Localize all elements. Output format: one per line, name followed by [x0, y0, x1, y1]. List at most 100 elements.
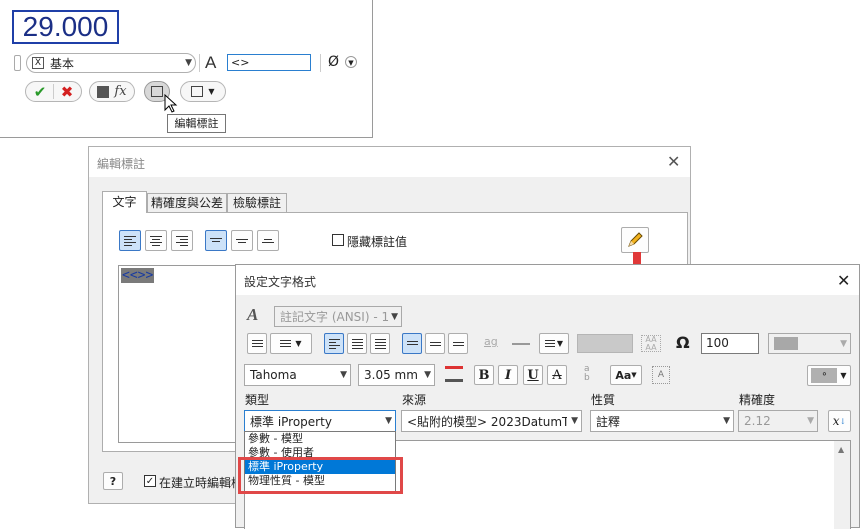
text-style-select: 註記文字 (ANSI) - 1 ▼	[274, 306, 402, 327]
align-middle-button[interactable]	[231, 230, 253, 251]
underline-button[interactable]: U	[523, 365, 543, 385]
align-middle-button[interactable]	[425, 333, 445, 354]
style-select[interactable]: X 基本 ▼	[26, 53, 196, 73]
chevron-down-icon: ▼	[385, 416, 392, 426]
text-style-icon: A	[247, 305, 259, 324]
tab-text[interactable]: 文字	[102, 191, 147, 213]
align-left-button[interactable]	[119, 230, 141, 251]
underline-text-icon: ag	[484, 335, 498, 348]
font-size-value: 3.05 mm	[364, 368, 418, 382]
dimension-text-input-value: <>	[231, 56, 250, 69]
text-style-icon[interactable]: A	[205, 53, 216, 73]
dimension-panel: 29.000 X 基本 ▼ A <> Ø ▼ ✔ ✖ fx ▼ 編輯標註	[0, 0, 373, 138]
align-top-button[interactable]	[402, 333, 422, 354]
numbered-list-button[interactable]: ▼	[270, 333, 312, 354]
format-titlebar: 設定文字格式 ✕	[236, 265, 859, 295]
symbol-dropdown-icon[interactable]: ▼	[345, 56, 357, 68]
background-color-button[interactable]: ∘ ▼	[807, 365, 851, 386]
close-icon[interactable]: ✕	[667, 152, 680, 171]
width-factor-input[interactable]: 100	[701, 333, 759, 354]
line-spacing-value	[577, 334, 633, 353]
width-factor-value: 100	[706, 336, 729, 350]
type-label: 類型	[245, 393, 270, 407]
dialog-titlebar: 編輯標註 ✕	[89, 147, 690, 177]
property-select-value: 註釋	[596, 414, 621, 429]
style-icon: X	[32, 57, 44, 69]
tab-precision[interactable]: 精確度與公差	[147, 193, 227, 213]
line-spacing-button[interactable]: ▼	[539, 333, 569, 354]
edit-on-create-checkbox[interactable]: ✓	[144, 475, 156, 487]
stacking-icon: ab	[584, 364, 590, 383]
options-dropdown-button[interactable]: ▼	[180, 81, 226, 102]
insert-parameter-button[interactable]: x ↓	[828, 410, 851, 432]
strikethrough-line-icon	[512, 343, 530, 345]
case-button[interactable]: Aa ▼	[610, 365, 642, 385]
bold-button[interactable]: B	[474, 365, 494, 385]
dimension-value: 29.000	[22, 11, 109, 42]
list-icon	[191, 86, 204, 97]
dimension-text-token: <<>>	[121, 268, 155, 283]
precision-label: 精確度	[739, 393, 776, 407]
insert-symbol-icon[interactable]: A	[652, 366, 670, 384]
highlight-box-annotation	[238, 457, 403, 494]
chevron-down-icon: ▼	[208, 87, 215, 96]
text-style-select-value: 註記文字 (ANSI) - 1	[280, 310, 390, 324]
dimension-value-box[interactable]: 29.000	[12, 10, 119, 44]
font-size-select[interactable]: 3.05 mm ▼	[358, 364, 435, 386]
italic-button[interactable]: I	[498, 365, 518, 385]
type-option-model-parameter[interactable]: 參數 - 模型	[245, 432, 395, 446]
oblique-angle-icon: Ω	[676, 333, 690, 352]
diameter-symbol-button[interactable]: Ø	[328, 54, 339, 70]
precision-select: 2.12 ▼	[738, 410, 818, 432]
stack-layers-icon[interactable]	[445, 366, 463, 382]
font-select[interactable]: Tahoma ▼	[244, 364, 351, 386]
type-select-value: 標準 iProperty	[250, 414, 332, 429]
property-select[interactable]: 註釋 ▼	[590, 410, 734, 432]
align-bottom-button[interactable]	[257, 230, 279, 251]
source-select[interactable]: <貼附的模型> 2023DatumTa ▼	[401, 410, 582, 432]
font-select-value: Tahoma	[250, 368, 297, 382]
align-bottom-button[interactable]	[448, 333, 468, 354]
align-left-button[interactable]	[324, 333, 344, 354]
cancel-button[interactable]: ✖	[54, 83, 80, 101]
chevron-down-icon: ▼	[807, 416, 814, 426]
close-icon[interactable]: ✕	[837, 271, 850, 290]
align-right-button[interactable]	[370, 333, 390, 354]
strikethrough-button[interactable]: A	[547, 365, 567, 385]
format-dialog-title: 設定文字格式	[244, 275, 317, 289]
ok-button[interactable]: ✔	[27, 83, 53, 101]
type-select[interactable]: 標準 iProperty ▼	[244, 410, 396, 432]
hide-value-checkbox[interactable]	[332, 234, 344, 246]
pencil-icon	[628, 232, 643, 247]
text-format-dialog: 設定文字格式 ✕ A 註記文字 (ANSI) - 1 ▼ ▼ ag ▼ AA A…	[235, 264, 860, 529]
dialog-title: 編輯標註	[97, 157, 146, 171]
scrollbar[interactable]: ▲	[834, 441, 850, 529]
tab-precision-label: 精確度與公差	[150, 196, 223, 210]
help-button[interactable]: ?	[103, 472, 123, 490]
align-top-button[interactable]	[205, 230, 227, 251]
chevron-down-icon: ▼	[340, 370, 347, 380]
align-center-button[interactable]	[145, 230, 167, 251]
color-select-disabled: ▼	[768, 333, 851, 354]
scroll-up-icon[interactable]: ▲	[838, 445, 844, 454]
ok-cancel-group: ✔ ✖	[25, 81, 82, 102]
chevron-down-icon: ▼	[571, 416, 578, 426]
bullet-list-button[interactable]	[247, 333, 267, 354]
fx-group: fx	[89, 81, 135, 102]
tab-inspection[interactable]: 檢驗標註	[227, 193, 287, 213]
edit-text-format-button[interactable]	[621, 227, 649, 253]
dimension-text-input[interactable]: <>	[227, 54, 311, 71]
checkbox-icon[interactable]	[97, 85, 110, 98]
tab-text-label: 文字	[112, 195, 137, 209]
stack-icon: AA AA	[641, 335, 661, 352]
align-center-button[interactable]	[347, 333, 367, 354]
chevron-down-icon: ▼	[185, 58, 192, 68]
align-right-button[interactable]	[171, 230, 193, 251]
chevron-down-icon: ▼	[391, 311, 398, 322]
option-label: 參數 - 模型	[248, 432, 303, 445]
hide-value-label: 隱藏標註值	[347, 235, 408, 249]
grip-handle-icon[interactable]	[14, 55, 21, 71]
fx-icon[interactable]: fx	[114, 84, 126, 99]
edit-on-create-label: 在建立時編輯標	[159, 476, 244, 490]
tab-inspection-label: 檢驗標註	[232, 196, 281, 210]
